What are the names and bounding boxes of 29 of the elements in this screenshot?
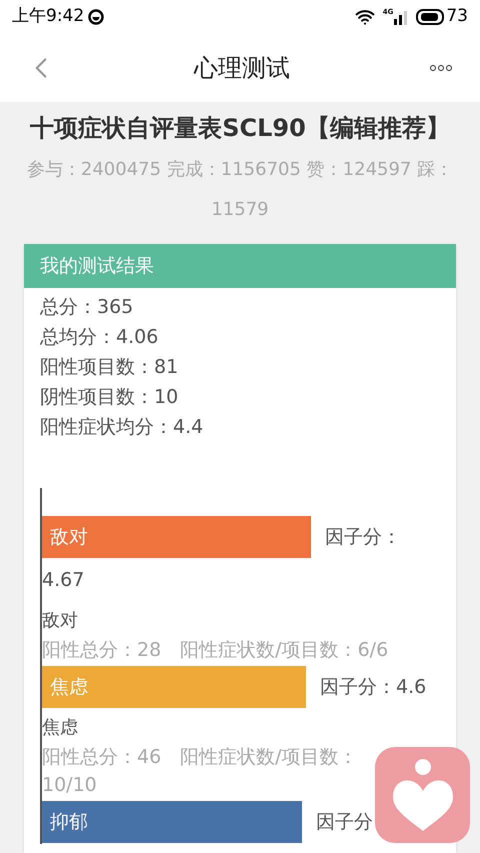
factor-bar: 焦虑 (42, 666, 306, 708)
factor-bar: 抑郁 (42, 801, 302, 843)
wifi-icon (354, 7, 375, 27)
battery-icon (416, 9, 444, 25)
page-title: 心理测试 (194, 53, 290, 84)
factor-label: 因子分： (320, 676, 396, 698)
heart-person-icon (390, 757, 454, 833)
app-notification-icon (88, 9, 104, 25)
factor-score: 4.67 (42, 569, 84, 591)
status-time: 上午9:42 (12, 5, 84, 28)
summary-line: 阳性项目数：81 (40, 355, 180, 380)
result-header: 我的测试结果 (24, 244, 456, 288)
summary-line: 总均分：4.06 (40, 325, 160, 350)
factor-stats: 阳性总分：28 阳性症状数/项目数：6/6 (42, 638, 390, 663)
battery-level: 73 (446, 5, 468, 28)
floating-app-button[interactable] (375, 747, 470, 843)
factor-label: 因子分 (316, 811, 373, 833)
test-stats: 参与：2400475 完成：1156705 赞：124597 踩：11579 (26, 158, 454, 222)
test-title: 十项症状自评量表SCL90【编辑推荐】 (30, 113, 450, 144)
factor-name: 焦虑 (42, 716, 79, 740)
factor-label: 因子分： (325, 526, 401, 548)
factor-name: 敌对 (42, 609, 79, 633)
factor-bar: 敌对 (42, 516, 311, 558)
signal-icon (394, 9, 408, 25)
factor-score: 4.6 (396, 676, 426, 698)
factor-stats: 阳性总分：46 阳性症状数/项目数：10/10 (42, 745, 359, 798)
summary-line: 阳性症状均分：4.4 (40, 415, 204, 440)
summary-line: 总分：365 (40, 295, 134, 320)
summary-line: 阴性项目数：10 (40, 385, 180, 410)
